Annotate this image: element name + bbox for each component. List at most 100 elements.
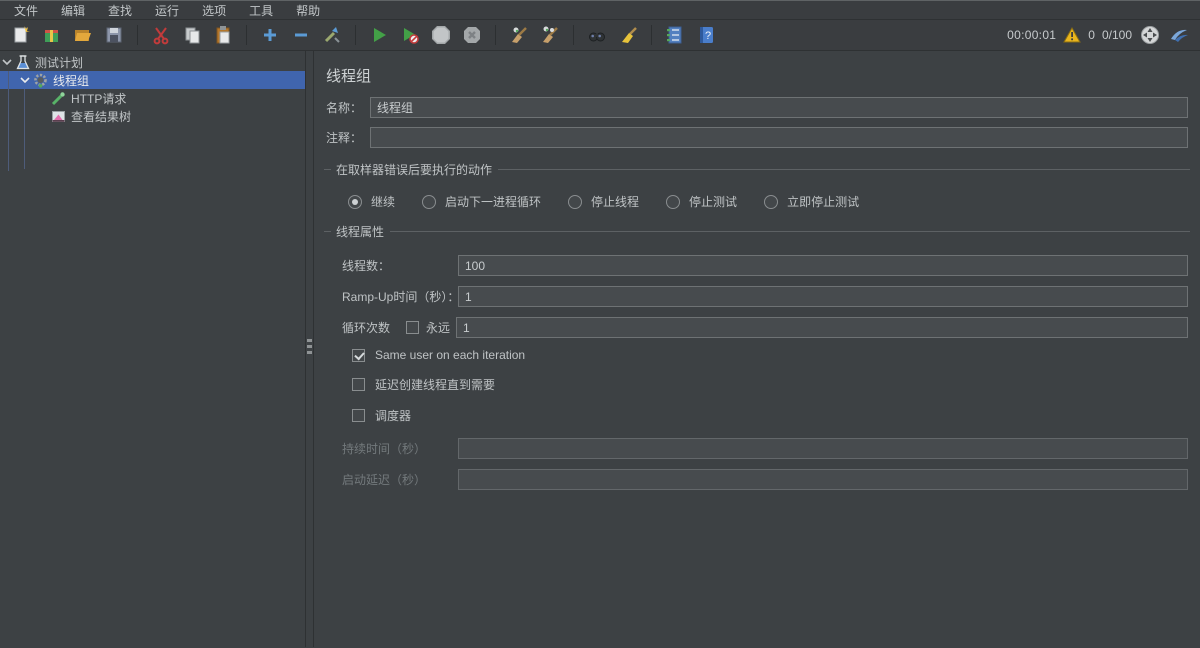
comment-input[interactable]	[370, 127, 1188, 148]
toolbar-separator	[651, 25, 652, 45]
radio-icon[interactable]	[568, 195, 582, 209]
same-user-option[interactable]: Same user on each iteration	[324, 348, 1190, 362]
templates-icon[interactable]	[41, 24, 63, 46]
rampup-input[interactable]	[458, 286, 1188, 307]
warning-icon[interactable]	[1063, 26, 1081, 44]
toolbar: ? 00:00:01 0 0/100	[0, 20, 1200, 51]
radio-stop-test[interactable]: 停止测试	[666, 193, 737, 210]
delay-create-option[interactable]: 延迟创建线程直到需要	[324, 376, 1190, 393]
tree-item-http-request[interactable]: HTTP请求	[0, 89, 305, 107]
page-title: 线程组	[326, 65, 1190, 86]
startup-delay-input[interactable]	[458, 469, 1188, 490]
threads-label: 线程数：	[342, 257, 458, 274]
toolbar-separator	[495, 25, 496, 45]
startup-delay-label: 启动延迟（秒）	[342, 471, 458, 488]
splitter-grip-icon[interactable]	[307, 339, 312, 357]
tree-item-label: HTTP请求	[71, 90, 126, 107]
jmeter-logo-icon	[1168, 24, 1190, 46]
same-user-label: Same user on each iteration	[375, 348, 525, 362]
toggle-icon[interactable]	[321, 24, 343, 46]
http-request-icon	[50, 91, 67, 106]
cut-icon[interactable]	[150, 24, 172, 46]
toolbar-separator	[246, 25, 247, 45]
open-folder-icon[interactable]	[72, 24, 94, 46]
same-user-checkbox[interactable]	[352, 349, 365, 362]
toolbar-separator	[355, 25, 356, 45]
menu-tools[interactable]: 工具	[249, 2, 273, 19]
clear-search-icon[interactable]	[617, 24, 639, 46]
tree-item-test-plan[interactable]: 测试计划	[0, 53, 305, 71]
paste-icon[interactable]	[212, 24, 234, 46]
view-results-tree-icon	[50, 109, 67, 124]
menu-edit[interactable]: 编辑	[61, 2, 85, 19]
duration-input[interactable]	[458, 438, 1188, 459]
clear-icon[interactable]	[508, 24, 530, 46]
elapsed-timer: 00:00:01	[1007, 28, 1056, 42]
forever-label: 永远	[426, 319, 450, 336]
start-no-timers-icon[interactable]	[399, 24, 421, 46]
chevron-down-icon[interactable]	[18, 76, 32, 84]
threads-input[interactable]	[458, 255, 1188, 276]
copy-icon[interactable]	[181, 24, 203, 46]
test-plan-icon	[14, 55, 31, 70]
chevron-down-icon[interactable]	[0, 58, 14, 66]
name-label: 名称：	[324, 99, 370, 116]
radio-icon[interactable]	[764, 195, 778, 209]
thread-props-group-title: 线程属性	[324, 223, 1190, 240]
help-icon[interactable]: ?	[695, 24, 717, 46]
thread-group-panel: 线程组 名称： 注释： 在取样器错误后要执行的动作 继续 启动下一进程循环 停止…	[314, 51, 1200, 647]
tree-splitter[interactable]	[305, 51, 314, 647]
tree-item-label: 查看结果树	[71, 108, 131, 125]
remove-icon[interactable]	[290, 24, 312, 46]
scheduler-checkbox[interactable]	[352, 409, 365, 422]
active-threads-ratio: 0/100	[1102, 28, 1132, 42]
radio-icon[interactable]	[422, 195, 436, 209]
duration-label: 持续时间（秒）	[342, 440, 458, 457]
menu-options[interactable]: 选项	[202, 2, 226, 19]
clear-all-icon[interactable]	[539, 24, 561, 46]
scheduler-label: 调度器	[375, 407, 411, 424]
tree-indent-guide	[8, 71, 9, 171]
radio-continue[interactable]: 继续	[348, 193, 395, 210]
menu-help[interactable]: 帮助	[296, 2, 320, 19]
tree-indent-guide	[24, 89, 25, 169]
rampup-label: Ramp-Up时间（秒）：	[342, 288, 458, 305]
function-helper-icon[interactable]	[664, 24, 686, 46]
save-icon[interactable]	[103, 24, 125, 46]
search-icon[interactable]	[586, 24, 608, 46]
threads-indicator-icon	[1139, 24, 1161, 46]
new-file-icon[interactable]	[10, 24, 32, 46]
comment-label: 注释：	[324, 129, 370, 146]
radio-icon[interactable]	[666, 195, 680, 209]
warning-count: 0	[1088, 28, 1095, 42]
tree-item-label: 测试计划	[35, 54, 83, 71]
toolbar-separator	[573, 25, 574, 45]
menu-file[interactable]: 文件	[14, 2, 38, 19]
loop-count-label: 循环次数	[342, 319, 406, 336]
scheduler-option[interactable]: 调度器	[324, 407, 1190, 424]
svg-text:?: ?	[705, 30, 711, 42]
menu-bar: 文件 编辑 查找 运行 选项 工具 帮助	[0, 1, 1200, 20]
radio-stop-test-now[interactable]: 立即停止测试	[764, 193, 859, 210]
tree-item-label: 线程组	[53, 72, 89, 89]
toolbar-status: 00:00:01 0 0/100	[1007, 24, 1190, 46]
tree-item-view-results-tree[interactable]: 查看结果树	[0, 107, 305, 125]
loop-count-input[interactable]	[456, 317, 1188, 338]
radio-start-next-loop[interactable]: 启动下一进程循环	[422, 193, 541, 210]
forever-option[interactable]: 永远	[406, 319, 456, 336]
add-icon[interactable]	[259, 24, 281, 46]
stop-icon[interactable]	[430, 24, 452, 46]
delay-create-label: 延迟创建线程直到需要	[375, 376, 495, 393]
forever-checkbox[interactable]	[406, 321, 419, 334]
radio-selected-icon[interactable]	[348, 195, 362, 209]
thread-group-icon	[32, 73, 49, 88]
delay-create-checkbox[interactable]	[352, 378, 365, 391]
tree-item-thread-group[interactable]: 线程组	[0, 71, 305, 89]
start-icon[interactable]	[368, 24, 390, 46]
menu-search[interactable]: 查找	[108, 2, 132, 19]
test-plan-tree: 测试计划 线程组 HTTP请求 查看结果树	[0, 51, 305, 647]
radio-stop-thread[interactable]: 停止线程	[568, 193, 639, 210]
shutdown-icon[interactable]	[461, 24, 483, 46]
name-input[interactable]	[370, 97, 1188, 118]
menu-run[interactable]: 运行	[155, 2, 179, 19]
